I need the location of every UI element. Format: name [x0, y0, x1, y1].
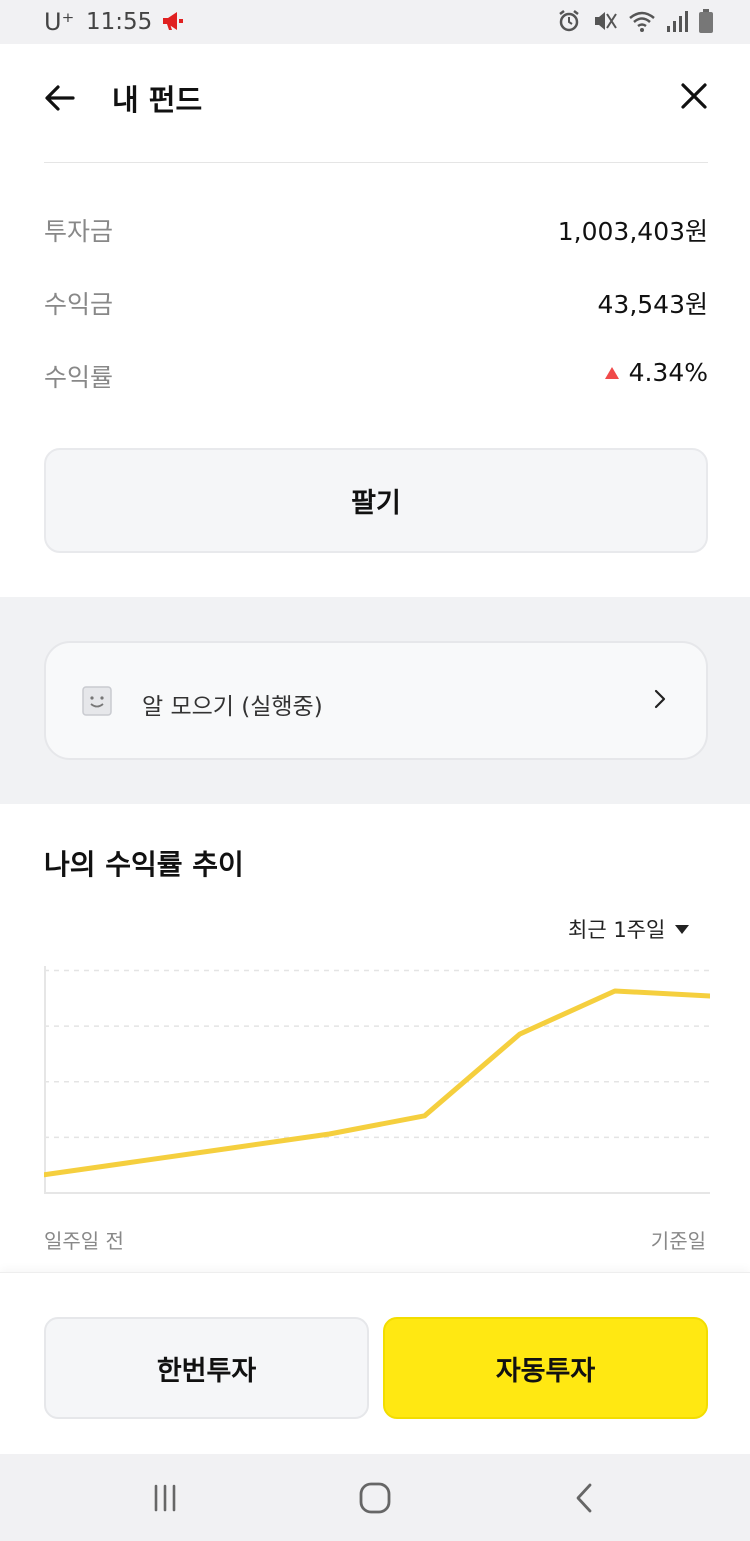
back-icon: [576, 1483, 592, 1513]
section-title: 나의 수익률 추이: [44, 848, 244, 881]
profit-row: 수익금 43,543원: [44, 285, 708, 325]
invest-value: 1,003,403원: [557, 217, 708, 246]
page-title: 내 펀드: [112, 83, 203, 117]
wifi-icon: [628, 8, 656, 38]
invest-once-button[interactable]: 한번투자: [44, 1317, 369, 1419]
close-button[interactable]: [674, 76, 714, 116]
chevron-right-icon: [650, 687, 670, 715]
chart-end-label: 기준일: [650, 1229, 706, 1253]
rate-label: 수익률: [44, 363, 114, 392]
nav-back-button[interactable]: [563, 1476, 607, 1520]
battery-icon: [698, 8, 714, 38]
header-divider: [44, 162, 708, 163]
alarm-icon: [556, 8, 582, 38]
caret-down-icon: [675, 924, 690, 934]
rate-value: 4.34%: [628, 358, 708, 387]
status-time: 11:55: [86, 9, 153, 35]
chart-start-label: 일주일 전: [44, 1229, 124, 1253]
bottom-action-bar: 한번투자 자동투자: [0, 1272, 750, 1454]
period-label: 최근 1주일: [568, 918, 666, 942]
up-triangle-icon: [604, 366, 619, 379]
auto-invest-button[interactable]: 자동투자: [383, 1317, 708, 1419]
recent-apps-icon: [154, 1484, 176, 1512]
megaphone-icon: [160, 8, 186, 38]
profit-value: 43,543원: [597, 290, 708, 319]
invest-row: 투자금 1,003,403원: [44, 212, 708, 252]
system-nav-bar: [0, 1454, 750, 1541]
header: 내 펀드: [0, 44, 750, 162]
status-icons: [556, 8, 714, 38]
mute-icon: [592, 8, 618, 38]
auto-saving-label: 알 모으기 (실행중): [142, 694, 323, 720]
back-button[interactable]: [40, 78, 80, 118]
invest-label: 투자금: [44, 217, 114, 246]
home-button[interactable]: [353, 1476, 397, 1520]
trend-chart: [44, 966, 710, 1194]
smile-icon: [82, 686, 112, 720]
carrier-label: U⁺: [44, 8, 75, 36]
series-line-return-rate: [44, 988, 710, 1178]
profit-label: 수익금: [44, 290, 114, 319]
status-bar: U⁺ 11:55: [0, 0, 750, 44]
period-dropdown[interactable]: 최근 1주일: [568, 914, 690, 944]
rate-row: 수익률 4.34%: [44, 358, 708, 398]
recent-apps-button[interactable]: [143, 1476, 187, 1520]
home-icon: [359, 1482, 391, 1514]
arrow-left-icon: [45, 85, 75, 111]
auto-saving-card[interactable]: 알 모으기 (실행중): [44, 641, 708, 760]
chart-line-layer: [44, 988, 710, 1178]
close-icon: [681, 83, 707, 109]
signal-icon: [666, 8, 688, 38]
sell-button[interactable]: 팔기: [44, 448, 708, 553]
rate-value-wrap: 4.34%: [604, 358, 708, 387]
